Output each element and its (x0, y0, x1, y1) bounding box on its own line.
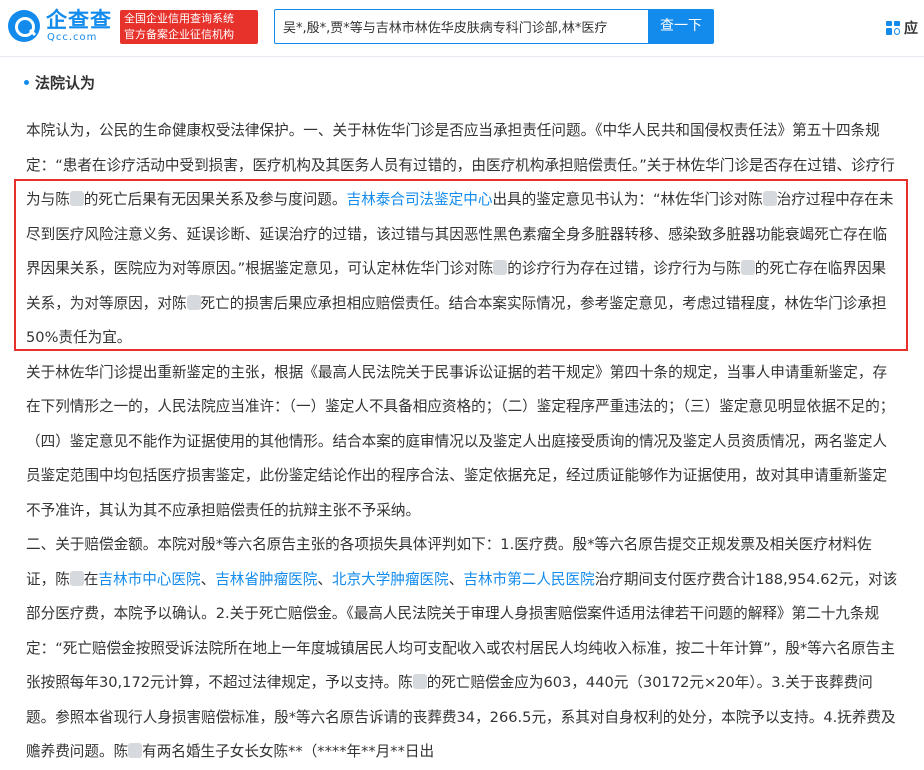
text-segment: 关于林佐华门诊提出重新鉴定的主张，根据《最高人民法院关于民事诉讼证据的若干规定》… (26, 363, 895, 519)
hospital-link[interactable]: 北京大学肿瘤医院 (332, 571, 449, 588)
redacted-name (69, 191, 84, 206)
app-grid-icon (886, 21, 900, 35)
section-title: 法院认为 (35, 73, 96, 92)
redacted-name (69, 570, 84, 586)
slogan-line-2: 官方备案企业征信机构 (124, 28, 234, 41)
search-button[interactable]: 查一下 (648, 9, 714, 44)
redacted-name (412, 674, 427, 689)
text-segment: 在 (83, 570, 99, 588)
hospital-link[interactable]: 吉林市中心医院 (98, 571, 200, 588)
redacted-name (762, 191, 777, 206)
redacted-name (186, 294, 201, 310)
bullet-dot-icon (24, 79, 29, 85)
top-bar: 企查查 Qcc.com 全国企业信用查询系统 官方备案企业征信机构 查一下 应 (0, 0, 924, 57)
text-segment: 治疗期间支付医疗费合计188,954.62元，对该部分医疗费，本院予以确认。2.… (26, 570, 898, 692)
separator: 、 (448, 570, 464, 588)
institution-link[interactable]: 吉林泰合司法鉴定中心 (347, 191, 493, 208)
text-segment: 的死亡后果有无因果关系及参与度问题。 (83, 191, 347, 208)
text-segment: 有两名婚生子女长女陈**（****年**月**日出 (142, 743, 435, 760)
separator: 、 (200, 570, 216, 588)
qcc-logo-icon[interactable] (8, 10, 40, 42)
app-label: 应 (904, 21, 918, 37)
logo-subtitle: Qcc.com (47, 32, 98, 43)
logo-text[interactable]: 企查查 (46, 8, 118, 32)
section-header: 法院认为 (24, 70, 95, 94)
redacted-name (128, 743, 143, 758)
text-segment: 的诊疗行为存在过错，诊疗行为与陈 (507, 260, 741, 277)
hospital-link[interactable]: 吉林省肿瘤医院 (215, 571, 317, 588)
separator: 、 (317, 570, 332, 588)
redacted-name (740, 260, 755, 275)
text-segment: 出具的鉴定意见书认为：“林佐华门诊对陈 (492, 191, 763, 208)
slogan-line-1: 全国企业信用查询系统 (124, 12, 234, 25)
judgment-text: 本院认为，公民的生命健康权受法律保护。一、关于林佐华门诊是否应当承担责任问题。《… (26, 114, 900, 770)
slogan-badge: 全国企业信用查询系统 官方备案企业征信机构 (120, 10, 258, 44)
hospital-link[interactable]: 吉林市第二人民医院 (463, 571, 594, 588)
app-download-link[interactable]: 应 (886, 16, 918, 40)
search-box (274, 9, 648, 44)
search-input[interactable] (283, 11, 639, 42)
redacted-name (493, 260, 508, 275)
